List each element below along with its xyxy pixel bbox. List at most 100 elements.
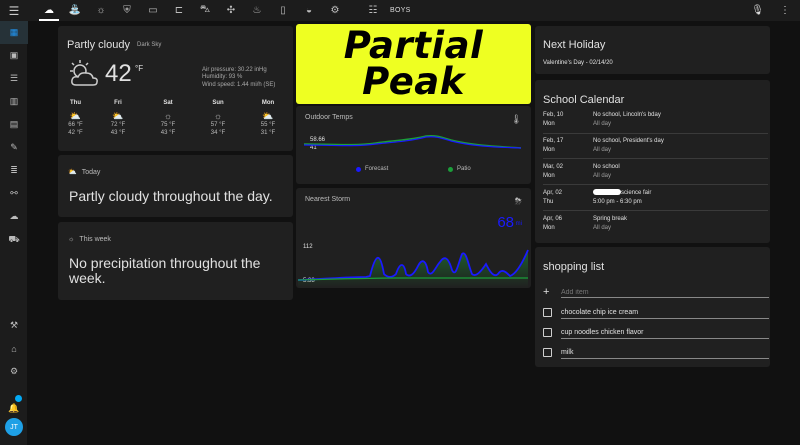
cart-icon[interactable]: ⛟ <box>0 228 28 251</box>
calendar-box-icon[interactable]: ▤ <box>0 113 28 136</box>
sprinkler-icon[interactable]: ⛲ <box>62 0 88 21</box>
week-heading: ☼ This week <box>68 236 111 243</box>
checkbox[interactable] <box>543 307 552 317</box>
top-app-bar: ☰ ☁ ⛲ ☼ ⛨ ▭ ⊏ ⛍ ✣ ♨ ▯ ◒ ⚙ ☷ BOYS 🎙 ⋮ <box>0 0 800 21</box>
forecast-day-name: Fri <box>114 100 122 106</box>
forecast-day-name: Sun <box>212 100 224 106</box>
forecast-day: Sat ☼ 75 °F 43 °F <box>143 100 193 138</box>
nearest-storm-card[interactable]: Nearest Storm ⛈ 68 mi 112 5.38 <box>296 188 531 288</box>
event-title: Spring break <box>593 216 628 222</box>
list-item[interactable]: cup noodles chicken flavor <box>543 325 770 339</box>
event-date: Apr, 02 <box>543 190 563 196</box>
next-holiday-value: Valentine's Day - 02/14/20 <box>543 60 613 66</box>
legend-swatch <box>356 166 361 172</box>
tab-boys[interactable]: BOYS <box>390 7 411 14</box>
list-item[interactable]: chocolate chip ice cream <box>543 305 770 319</box>
forecast-high: 72 °F <box>110 122 126 128</box>
event-day: Mon <box>543 173 555 179</box>
lightbulb-icon[interactable]: ☼ <box>88 0 114 21</box>
event-date: Apr, 06 <box>543 216 563 222</box>
forecast-low: 43 °F <box>160 130 176 136</box>
wind-speed: Wind speed: 1.44 mi/h (SE) <box>202 82 276 88</box>
menu-icon[interactable]: ☰ <box>0 0 28 21</box>
layers-icon[interactable]: ≣ <box>0 159 28 182</box>
shopping-list-card: shopping list + chocolate chip ice cream… <box>535 247 770 367</box>
humidity: Humidity: 93 % <box>202 74 243 80</box>
list-item[interactable]: milk <box>543 345 770 359</box>
checkbox[interactable] <box>543 327 552 337</box>
lightning-icon: ⛈ <box>514 196 522 206</box>
forecast-high: 55 °F <box>260 122 276 128</box>
bowl-icon[interactable]: ◒ <box>296 0 322 21</box>
grid-icon[interactable]: ▦ <box>0 21 28 44</box>
outdoor-temps-card[interactable]: Outdoor Temps 🌡 58.66 41 Forecast Patio <box>296 106 531 184</box>
shield-icon[interactable]: ⛨ <box>114 0 140 21</box>
event-day: Mon <box>543 225 555 231</box>
divider <box>543 210 768 211</box>
checkbox[interactable] <box>543 347 552 357</box>
cloud-icon[interactable]: ☁ <box>36 0 62 21</box>
school-calendar-card[interactable]: School Calendar Feb, 10 Mon No school, Li… <box>535 80 770 243</box>
home-cog-icon[interactable]: ⌂ <box>0 337 28 360</box>
fan-icon[interactable]: ✣ <box>218 0 244 21</box>
chart-box-icon[interactable]: ▥ <box>0 90 28 113</box>
partly-cloudy-icon: ⛅ <box>69 111 82 121</box>
forecast-day: Fri ⛅ 72 °F 43 °F <box>93 100 143 138</box>
heater-icon[interactable]: ♨ <box>244 0 270 21</box>
settings-cog-icon[interactable]: ⚙ <box>322 0 348 21</box>
today-card: ⛅ Today Partly cloudy throughout the day… <box>58 155 293 217</box>
divider <box>543 133 768 134</box>
more-vert-icon[interactable]: ⋮ <box>780 5 790 16</box>
wrench-icon[interactable]: ✎ <box>0 136 28 159</box>
next-holiday-card[interactable]: Next Holiday Valentine's Day - 02/14/20 <box>535 26 770 74</box>
notification-badge <box>15 395 22 402</box>
peak-line-1: Partial <box>343 24 484 67</box>
event-day: Mon <box>543 121 555 127</box>
sitemap-icon[interactable]: ⚯ <box>0 182 28 205</box>
partly-cloudy-icon: ⛅ <box>68 169 77 176</box>
cloud-icon[interactable]: ☁ <box>0 205 28 228</box>
cast-icon[interactable]: ⊏ <box>166 0 192 21</box>
next-holiday-title: Next Holiday <box>543 39 606 51</box>
microphone-icon[interactable]: 🎙 <box>751 5 764 16</box>
account-box-icon[interactable]: ▣ <box>0 44 28 67</box>
today-heading: ⛅ Today <box>68 168 100 177</box>
event-time: All day <box>593 121 612 127</box>
item-label[interactable]: chocolate chip ice cream <box>561 309 638 316</box>
outdoor-temps-graph <box>303 135 522 149</box>
top-actions: 🎙 ⋮ <box>751 0 790 21</box>
weather-condition: Partly cloudy <box>67 39 130 51</box>
legend-forecast[interactable]: Forecast <box>356 166 388 172</box>
legend-patio[interactable]: Patio <box>448 166 471 172</box>
gear-icon[interactable]: ⚙ <box>0 360 28 383</box>
notifications-icon[interactable]: 🔔 <box>0 395 28 420</box>
item-label[interactable]: milk <box>561 349 573 356</box>
nearest-storm-graph <box>297 249 529 288</box>
partial-peak-banner[interactable]: Partial Peak <box>296 24 531 104</box>
event-time: All day <box>593 147 612 153</box>
weather-card[interactable]: Partly cloudy Dark Sky 42 °F Air pressur… <box>58 26 293 151</box>
outdoor-temps-title: Outdoor Temps <box>305 114 353 121</box>
car-icon[interactable]: ⛍ <box>192 0 218 21</box>
avatar[interactable]: JT <box>5 418 23 436</box>
week-heading-label: This week <box>79 236 111 243</box>
list-icon[interactable]: ☰ <box>0 67 28 90</box>
item-label[interactable]: cup noodles chicken flavor <box>561 329 644 336</box>
event-day: Mon <box>543 147 555 153</box>
trash-icon[interactable]: ▯ <box>270 0 296 21</box>
forecast-day-name: Sat <box>163 100 173 106</box>
forecast-low: 31 °F <box>260 130 276 136</box>
plus-icon[interactable]: + <box>543 286 552 298</box>
partly-cloudy-icon <box>70 60 98 86</box>
school-calendar-title: School Calendar <box>543 94 625 106</box>
monitor-icon[interactable]: ▭ <box>140 0 166 21</box>
add-item-input[interactable] <box>561 288 751 296</box>
event-day: Thu <box>543 199 554 205</box>
event-date: Feb, 17 <box>543 138 564 144</box>
forecast-high: 66 °F <box>68 122 83 128</box>
chart-icon[interactable]: ☷ <box>360 0 386 21</box>
legend-swatch <box>448 166 453 172</box>
partly-cloudy-icon: ⛅ <box>112 111 124 121</box>
weather-source: Dark Sky <box>137 42 162 48</box>
hammer-icon[interactable]: ⚒ <box>0 314 28 337</box>
